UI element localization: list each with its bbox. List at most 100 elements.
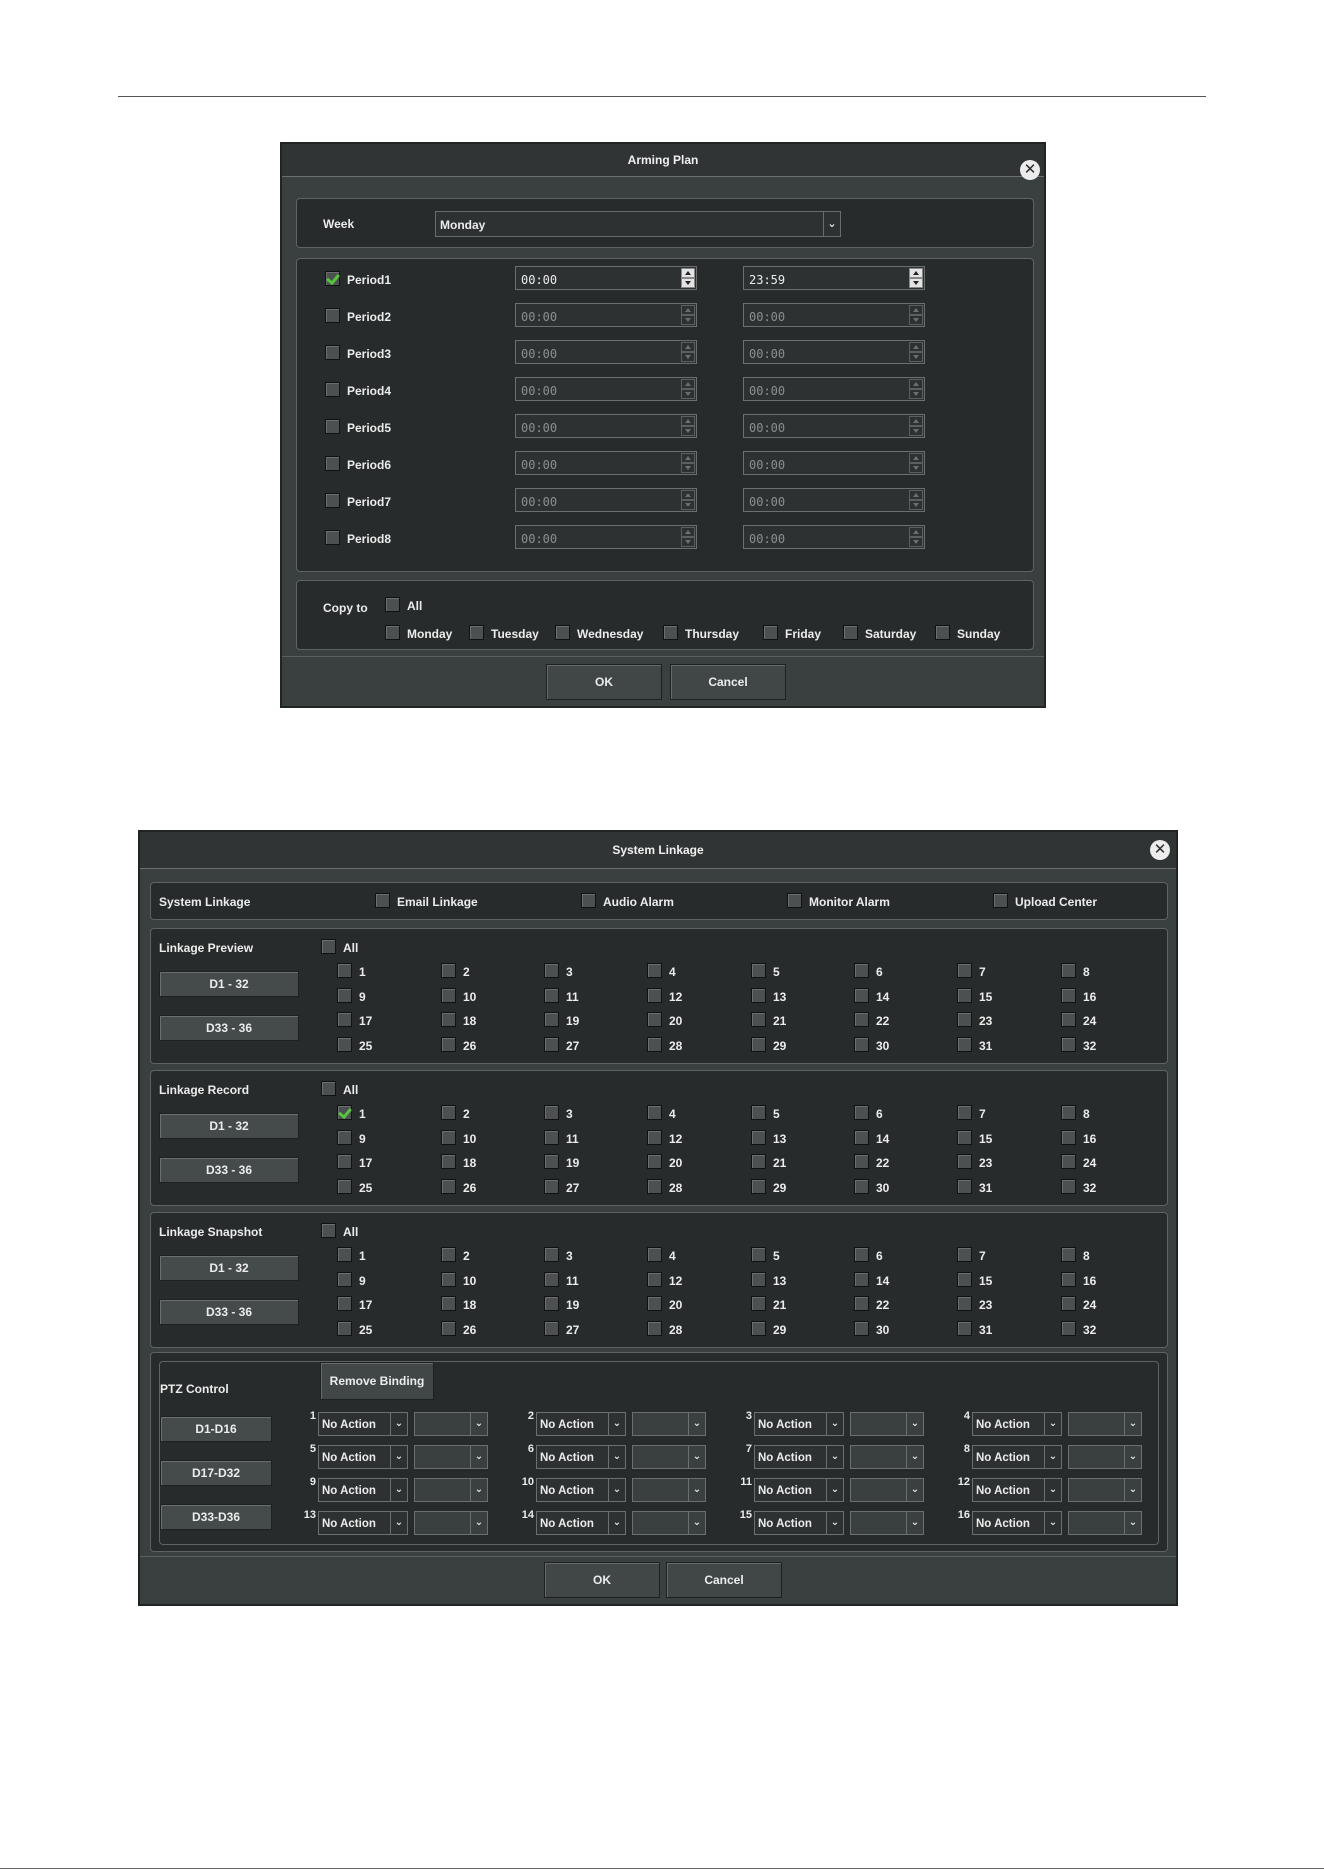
section-all-checkbox[interactable] <box>321 939 336 954</box>
spin-up-icon[interactable] <box>909 416 923 426</box>
ok-button[interactable]: OK <box>544 1562 660 1598</box>
ptz-preset-select[interactable]: ⌄ <box>1068 1511 1142 1535</box>
ptz-action-select[interactable]: No Action ⌄ <box>754 1412 844 1436</box>
copy-day-checkbox[interactable] <box>935 625 950 640</box>
channel-checkbox[interactable] <box>544 1012 559 1027</box>
period-end-time-input[interactable]: 00:00 <box>743 303 925 327</box>
channel-checkbox[interactable] <box>957 1296 972 1311</box>
spin-up-icon[interactable] <box>681 453 695 463</box>
channel-checkbox[interactable] <box>337 963 352 978</box>
remove-binding-button[interactable]: Remove Binding <box>320 1362 434 1400</box>
period-checkbox[interactable] <box>325 419 340 434</box>
spin-up-icon[interactable] <box>909 268 923 278</box>
ptz-preset-select[interactable]: ⌄ <box>414 1445 488 1469</box>
channel-checkbox[interactable] <box>544 1154 559 1169</box>
channel-group-button[interactable]: D33 - 36 <box>159 1157 299 1183</box>
channel-group-button[interactable]: D1 - 32 <box>159 971 299 997</box>
time-spinner[interactable] <box>681 453 695 473</box>
channel-checkbox[interactable] <box>544 1296 559 1311</box>
channel-checkbox[interactable] <box>337 1129 352 1145</box>
channel-checkbox[interactable] <box>544 1129 559 1145</box>
channel-checkbox[interactable] <box>647 1271 662 1287</box>
spin-up-icon[interactable] <box>681 305 695 315</box>
channel-checkbox[interactable] <box>854 1296 869 1311</box>
channel-checkbox[interactable] <box>854 1105 869 1120</box>
channel-checkbox[interactable] <box>957 1320 972 1336</box>
spin-up-icon[interactable] <box>681 527 695 537</box>
channel-checkbox[interactable] <box>854 1320 869 1336</box>
time-spinner[interactable] <box>909 379 923 399</box>
ptz-action-select[interactable]: No Action ⌄ <box>536 1511 626 1535</box>
channel-checkbox[interactable] <box>544 1105 559 1120</box>
ptz-group-button[interactable]: D33-D36 <box>160 1504 272 1530</box>
spin-down-icon[interactable] <box>681 352 695 362</box>
period-checkbox[interactable] <box>325 456 340 471</box>
ptz-action-select[interactable]: No Action ⌄ <box>754 1511 844 1535</box>
time-spinner[interactable] <box>909 305 923 325</box>
channel-checkbox[interactable] <box>1061 1036 1076 1052</box>
channel-checkbox[interactable] <box>337 1247 352 1262</box>
copy-day-checkbox[interactable] <box>469 625 484 640</box>
period-checkbox[interactable] <box>325 345 340 360</box>
channel-checkbox[interactable] <box>647 1247 662 1262</box>
channel-checkbox[interactable] <box>957 963 972 978</box>
section-all-checkbox[interactable] <box>321 1223 336 1238</box>
channel-checkbox[interactable] <box>1061 963 1076 978</box>
channel-checkbox[interactable] <box>751 1036 766 1052</box>
channel-checkbox[interactable] <box>751 963 766 978</box>
channel-checkbox[interactable] <box>957 1247 972 1262</box>
cancel-button[interactable]: Cancel <box>670 664 786 700</box>
channel-checkbox[interactable] <box>337 1296 352 1311</box>
spin-down-icon[interactable] <box>909 352 923 362</box>
channel-checkbox[interactable] <box>751 1105 766 1120</box>
channel-checkbox[interactable] <box>854 1247 869 1262</box>
spin-down-icon[interactable] <box>681 537 695 547</box>
channel-checkbox[interactable] <box>337 1036 352 1052</box>
channel-checkbox[interactable] <box>647 1036 662 1052</box>
channel-checkbox[interactable] <box>441 1036 456 1052</box>
spin-up-icon[interactable] <box>909 527 923 537</box>
channel-group-button[interactable]: D1 - 32 <box>159 1113 299 1139</box>
channel-checkbox[interactable] <box>337 1271 352 1287</box>
channel-checkbox[interactable] <box>544 1036 559 1052</box>
channel-checkbox[interactable] <box>647 1105 662 1120</box>
channel-checkbox[interactable] <box>647 1129 662 1145</box>
period-checkbox[interactable] <box>325 382 340 397</box>
channel-checkbox[interactable] <box>647 1012 662 1027</box>
ptz-preset-select[interactable]: ⌄ <box>1068 1412 1142 1436</box>
period-checkbox[interactable] <box>325 308 340 323</box>
channel-checkbox[interactable] <box>544 987 559 1003</box>
channel-checkbox[interactable] <box>337 987 352 1003</box>
spin-down-icon[interactable] <box>909 537 923 547</box>
channel-checkbox[interactable] <box>337 1154 352 1169</box>
period-end-time-input[interactable]: 23:59 <box>743 266 925 290</box>
ptz-preset-select[interactable]: ⌄ <box>632 1511 706 1535</box>
time-spinner[interactable] <box>681 490 695 510</box>
ptz-preset-select[interactable]: ⌄ <box>1068 1478 1142 1502</box>
spin-down-icon[interactable] <box>681 315 695 325</box>
channel-checkbox[interactable] <box>544 1178 559 1194</box>
channel-checkbox[interactable] <box>854 963 869 978</box>
ptz-action-select[interactable]: No Action ⌄ <box>754 1445 844 1469</box>
spin-up-icon[interactable] <box>909 490 923 500</box>
ptz-preset-select[interactable]: ⌄ <box>850 1478 924 1502</box>
ok-button[interactable]: OK <box>546 664 662 700</box>
ptz-preset-select[interactable]: ⌄ <box>632 1478 706 1502</box>
ptz-preset-select[interactable]: ⌄ <box>850 1445 924 1469</box>
channel-checkbox[interactable] <box>751 1296 766 1311</box>
channel-checkbox[interactable] <box>441 1105 456 1120</box>
time-spinner[interactable] <box>681 342 695 362</box>
spin-up-icon[interactable] <box>909 379 923 389</box>
spin-up-icon[interactable] <box>681 379 695 389</box>
channel-checkbox[interactable] <box>1061 1320 1076 1336</box>
ptz-action-select[interactable]: No Action ⌄ <box>536 1445 626 1469</box>
channel-checkbox[interactable] <box>751 1154 766 1169</box>
channel-checkbox[interactable] <box>854 1129 869 1145</box>
spin-up-icon[interactable] <box>681 416 695 426</box>
ptz-action-select[interactable]: No Action ⌄ <box>318 1511 408 1535</box>
ptz-action-select[interactable]: No Action ⌄ <box>972 1478 1062 1502</box>
channel-checkbox[interactable] <box>1061 987 1076 1003</box>
ptz-preset-select[interactable]: ⌄ <box>850 1511 924 1535</box>
channel-checkbox[interactable] <box>647 1178 662 1194</box>
time-spinner[interactable] <box>681 268 695 288</box>
